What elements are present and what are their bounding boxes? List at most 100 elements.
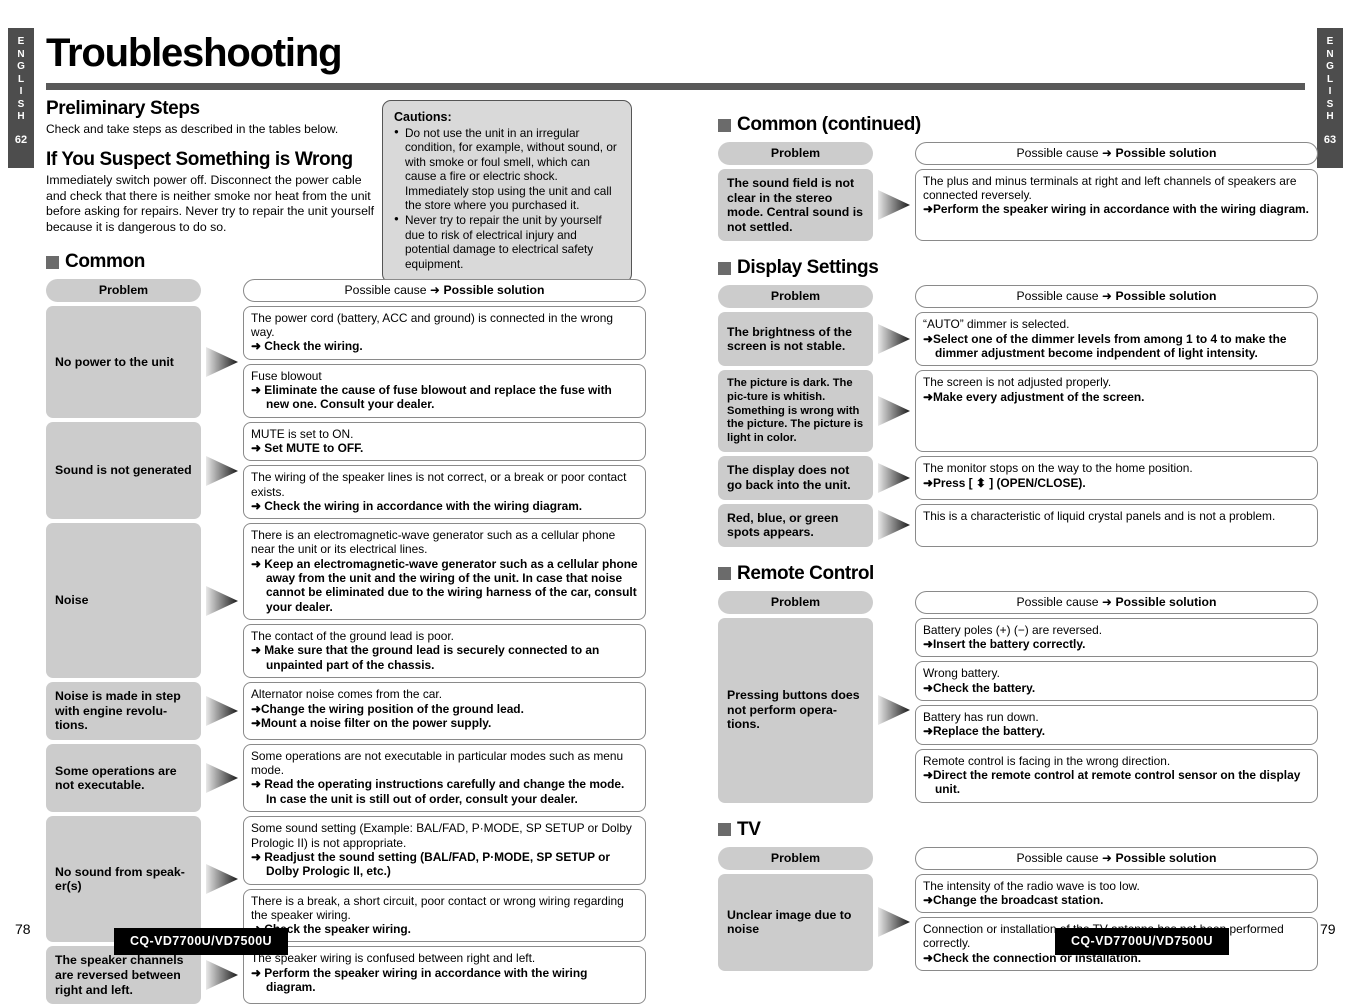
solution-cell: The screen is not adjusted properly. ➜Mak… [915, 370, 1318, 453]
table-row: No sound from speak-er(s) Some sound sett… [46, 816, 646, 943]
solution-text: ➜Make every adjustment of the screen. [923, 389, 1145, 404]
cause-prefix-label: Possible cause [344, 283, 427, 297]
arrow-cell [201, 744, 243, 812]
solution-text: ➜ Check the wiring in accordance with th… [251, 498, 583, 513]
solution-cell: The intensity of the radio wave is too l… [915, 873, 1318, 971]
problem-cell: Red, blue, or green spots appears. [718, 503, 873, 547]
solution-box: MUTE is set to ON. ➜ Set MUTE to OFF. [243, 421, 646, 462]
solution-text: ➜ Make sure that the ground lead is secu… [251, 643, 600, 672]
solution-box: Fuse blowout ➜ Eliminate the cause of fus… [243, 363, 646, 418]
table-row: No power to the unit The power cord (batt… [46, 306, 646, 418]
arrow-cell [201, 816, 243, 942]
column-header-cause-solution: Possible cause ➜ Possible solution [915, 285, 1318, 309]
model-badge-right: CQ-VD7700U/VD7500U [1055, 928, 1229, 955]
table-row: The brightness of the screen is not stab… [718, 312, 1318, 367]
arrow-cell [201, 422, 243, 519]
solution-cell: MUTE is set to ON. ➜ Set MUTE to OFF. The … [243, 421, 646, 520]
language-letter: G [17, 61, 25, 72]
solution-suffix-label: Possible solution [443, 283, 545, 297]
solution-box: The plus and minus terminals at right an… [915, 169, 1318, 242]
column-header-problem: Problem [718, 285, 873, 309]
cause-text: The plus and minus terminals at right an… [923, 174, 1297, 203]
section-title: Common [65, 251, 145, 272]
right-arrow-icon: ➜ [1101, 146, 1113, 160]
section-heading-tv: TV [718, 819, 1318, 841]
solution-cell: The power cord (battery, ACC and ground)… [243, 306, 646, 418]
right-arrow-icon: ➜ [1101, 289, 1113, 304]
problem-cell: Unclear image due to noise [718, 873, 873, 971]
right-sections-container: Common (continued) Problem Possible cause … [718, 114, 1318, 971]
square-bullet-icon [718, 118, 731, 132]
solution-cell: “AUTO” dimmer is selected. ➜Select one of… [915, 312, 1318, 367]
section-title: Remote Control [737, 562, 874, 584]
problem-cell: Sound is not generated [46, 421, 201, 520]
solution-cell: Battery poles (+) (−) are reversed. ➜Inse… [915, 617, 1318, 803]
cause-text: The intensity of the radio wave is too l… [923, 878, 1140, 893]
language-letter: L [1326, 73, 1334, 85]
solution-box: The intensity of the radio wave is too l… [915, 873, 1318, 914]
table-row: The display does not go back into the un… [718, 456, 1318, 500]
right-arrow-icon: ➜ [1101, 594, 1113, 609]
cause-text: There is a break, a short circuit, poor … [251, 893, 624, 922]
problem-cell: The sound field is not clear in the ster… [718, 169, 873, 242]
cause-text: MUTE is set to ON. [251, 426, 354, 441]
tab-page-number: 62 [14, 133, 28, 146]
language-letter: S [17, 98, 25, 110]
solution-box: Battery poles (+) (−) are reversed. ➜Inse… [915, 617, 1318, 658]
language-letter: N [17, 48, 25, 60]
solution-cell: Alternator noise comes from the car. ➜Cha… [243, 682, 646, 741]
solution-cell: The monitor stops on the way to the home… [915, 456, 1318, 500]
solution-box: Some operations are not executable in pa… [243, 744, 646, 813]
solution-box: There is a break, a short circuit, poor … [243, 888, 646, 943]
section-common-continued: Common (continued) Problem Possible cause … [718, 114, 1318, 242]
title-rule [46, 83, 1305, 90]
solution-text: ➜ Set MUTE to OFF. [251, 441, 364, 456]
solution-text: ➜Replace the battery. [923, 724, 1046, 739]
problem-cell: No sound from speak-er(s) [46, 816, 201, 943]
model-badge-left: CQ-VD7700U/VD7500U [114, 928, 288, 955]
square-bullet-icon [718, 567, 731, 581]
column-header-problem: Problem [46, 279, 201, 302]
cause-text: Some operations are not executable in pa… [251, 749, 624, 778]
section-heading-common: Common [46, 251, 646, 273]
table-row: Red, blue, or green spots appears. This i… [718, 503, 1318, 547]
square-bullet-icon [46, 255, 59, 269]
solution-text: ➜ Perform the speaker wiring in accordan… [251, 965, 588, 994]
table-header-row: Problem Possible cause ➜ Possible solutio… [718, 142, 1318, 165]
solution-cell: Some sound setting (Example: BAL/FAD, P·… [243, 816, 646, 943]
table-row: Pressing buttons does not perform opera-… [718, 617, 1318, 803]
cause-text: Alternator noise comes from the car. [251, 687, 442, 702]
solution-box: The contact of the ground lead is poor. ➜… [243, 624, 646, 679]
problem-cell: Noise [46, 523, 201, 679]
arrow-triangle-icon [878, 510, 910, 541]
right-page: Common (continued) Problem Possible cause … [718, 98, 1318, 975]
solution-box: Wrong battery. ➜Check the battery. [915, 661, 1318, 701]
solution-text: ➜Change the broadcast station. [923, 892, 1104, 907]
arrow-triangle-icon [206, 455, 238, 486]
arrow-cell [201, 682, 243, 740]
solution-box: There is an electromagnetic-wave generat… [243, 523, 646, 621]
cause-prefix-label: Possible cause [1016, 594, 1099, 609]
cause-text: Battery poles (+) (−) are reversed. [923, 622, 1103, 637]
cause-text: Battery has run down. [923, 709, 1039, 724]
solution-cell: The plus and minus terminals at right an… [915, 169, 1318, 242]
solution-text: ➜Direct the remote control at remote con… [923, 767, 1301, 797]
solution-box: “AUTO” dimmer is selected. ➜Select one of… [915, 312, 1318, 367]
problem-cell: The picture is dark. The pic-ture is whi… [718, 370, 873, 453]
problem-cell: The brightness of the screen is not stab… [718, 312, 873, 367]
language-letter: N [1326, 48, 1334, 60]
arrow-triangle-icon [878, 695, 910, 726]
solution-text: ➜ Check the speaker wiring. [251, 921, 411, 936]
square-bullet-icon [718, 823, 731, 837]
arrow-triangle-icon [206, 696, 238, 727]
column-header-problem: Problem [718, 590, 873, 614]
solution-box: The monitor stops on the way to the home… [915, 456, 1318, 500]
preliminary-steps-heading: Preliminary Steps [46, 98, 200, 119]
column-header-problem: Problem [718, 142, 873, 165]
problem-cell: Pressing buttons does not perform opera-… [718, 617, 873, 803]
table-row: Unclear image due to noise The intensity … [718, 873, 1318, 971]
suspect-text: Immediately switch power off. Disconnect… [46, 173, 375, 234]
solution-text: ➜Mount a noise filter on the power suppl… [251, 715, 492, 730]
table-row: The picture is dark. The pic-ture is whi… [718, 370, 1318, 453]
arrow-triangle-icon [206, 864, 238, 895]
